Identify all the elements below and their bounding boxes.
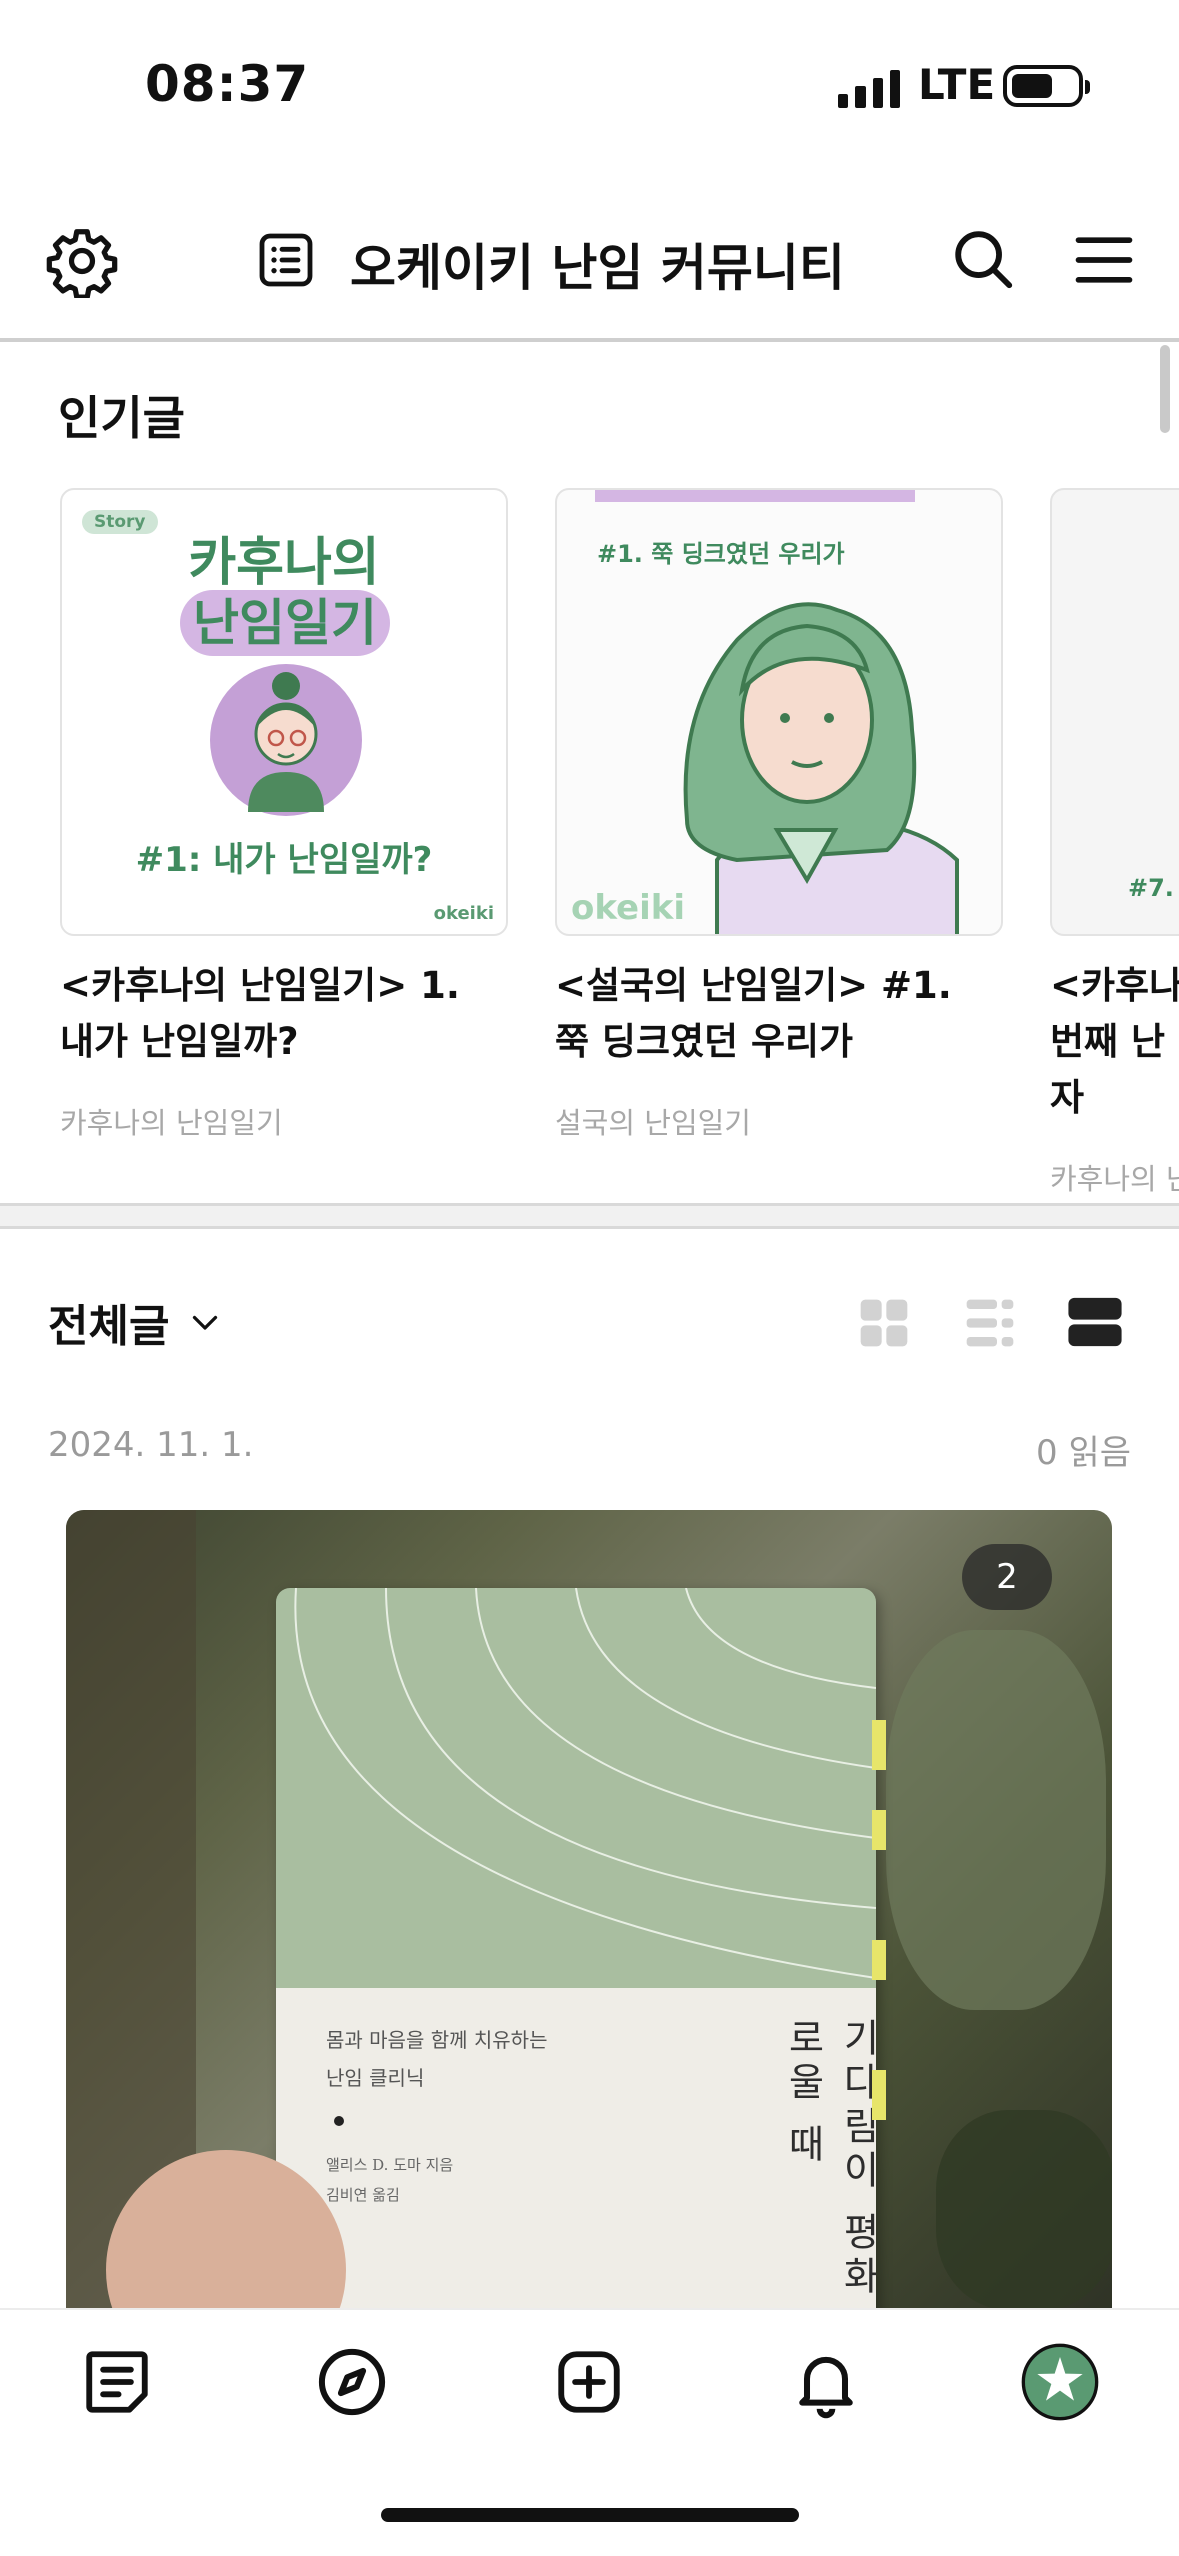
profile-avatar-icon[interactable] <box>1020 2342 1100 2422</box>
popular-card[interactable]: #1. 쭉 딩크였던 우리가 okeiki <설국의 난임일기> #1. 쭉 딩… <box>555 488 1003 1142</box>
thumb-caption: #1. 쭉 딩크였던 우리가 <box>597 540 845 568</box>
thumb-title-line2: 난임일기 <box>180 590 390 656</box>
post-thumbnail: #1. 쭉 딩크였던 우리가 okeiki <box>555 488 1003 936</box>
okeiki-logo: okeiki <box>571 888 686 928</box>
all-posts-label: 전체글 <box>48 1301 170 1352</box>
book-translator: 김비연 옮김 <box>326 2186 400 2204</box>
thumb-caption: #7. 서 <box>1128 874 1179 902</box>
signal-icon <box>838 68 900 108</box>
book-subtitle-2: 난임 클리닉 <box>326 2066 425 2090</box>
popular-card[interactable]: #7. 서 <카후나 번째 난자 카후나의 난 <box>1050 488 1179 1198</box>
battery-icon <box>1003 65 1090 107</box>
card-series: 카후나의 난 <box>1050 1162 1179 1196</box>
book-subtitle-1: 몸과 마음을 함께 치유하는 <box>326 2028 548 2052</box>
notification-bell-icon[interactable] <box>788 2344 864 2420</box>
add-post-icon[interactable] <box>552 2345 626 2419</box>
board-list-icon <box>259 233 313 287</box>
book-author: 앨리스 D. 도마 지음 <box>326 2156 454 2174</box>
search-icon[interactable] <box>948 224 1018 294</box>
network-type: LTE <box>918 60 996 109</box>
sticky-tab <box>872 1810 886 1850</box>
card-title: <카후나의 난임일기> 1. 내가 난임일까? <box>60 964 460 1063</box>
card-series: 카후나의 난임일기 <box>60 1106 283 1140</box>
sticky-tab <box>872 1720 886 1770</box>
gear-icon[interactable] <box>45 224 119 298</box>
scrollbar[interactable] <box>1160 345 1170 433</box>
sticky-tab <box>872 2070 886 2120</box>
book-band: 기다림이 평화로울 때 몸과 마음을 함께 치유하는 난임 클리닉 앨리스 D.… <box>276 1988 876 2310</box>
page-title: 오케이키 난임 커뮤니티 <box>350 239 845 297</box>
list-view-icon[interactable] <box>962 1295 1018 1351</box>
card-title: <카후나 번째 난자 <box>1050 964 1179 1119</box>
character-illustration <box>683 602 959 934</box>
menu-icon[interactable] <box>1070 226 1138 294</box>
grid-view-icon[interactable] <box>856 1295 912 1351</box>
image-count-badge: 2 <box>962 1544 1052 1610</box>
post-thumbnail: Story 카후나의 난임일기 #1: 내가 난임일까? okeiki <box>60 488 508 936</box>
thumb-title-banner <box>595 490 915 502</box>
thumb-title-line1: 카후나의 <box>188 533 380 593</box>
chevron-down-icon <box>193 1315 218 1330</box>
book-cover-lines <box>294 1588 876 1979</box>
card-title: <설국의 난임일기> #1. 쭉 딩크였던 우리가 <box>555 964 952 1063</box>
status-time: 08:37 <box>145 55 310 113</box>
okeiki-logo: okeiki <box>433 903 494 924</box>
popular-card[interactable]: Story 카후나의 난임일기 #1: 내가 난임일까? okeiki <카후나… <box>60 488 508 1142</box>
post-read-count: 0 읽음 <box>1036 1433 1131 1473</box>
sticky-tab <box>872 1940 886 1980</box>
bg-foliage <box>936 2110 1112 2310</box>
character-illustration <box>210 664 362 816</box>
popular-section-heading: 인기글 <box>58 391 185 445</box>
post-image[interactable]: 2 기다림이 평화로울 때 몸과 마음을 함께 치유하는 난임 클리닉 앨리스 … <box>66 1510 1112 2310</box>
all-posts-filter[interactable]: 전체글 <box>48 1290 223 1354</box>
thumb-caption: #1: 내가 난임일까? <box>135 840 433 880</box>
explore-compass-icon[interactable] <box>314 2344 390 2420</box>
card-series: 설국의 난임일기 <box>555 1106 751 1140</box>
book-dot <box>334 2116 344 2126</box>
post-date: 2024. 11. 1. <box>48 1425 254 1465</box>
home-indicator <box>381 2508 799 2522</box>
card-view-icon[interactable] <box>1066 1293 1124 1351</box>
post-thumbnail: #7. 서 <box>1050 488 1179 936</box>
section-divider <box>0 1203 1179 1229</box>
book-cover: 기다림이 평화로울 때 몸과 마음을 함께 치유하는 난임 클리닉 앨리스 D.… <box>276 1588 876 2310</box>
feed-icon[interactable] <box>80 2345 154 2419</box>
bg-foliage <box>886 1630 1106 2010</box>
book-title: 기다림이 평화로울 때 <box>781 2018 876 2301</box>
